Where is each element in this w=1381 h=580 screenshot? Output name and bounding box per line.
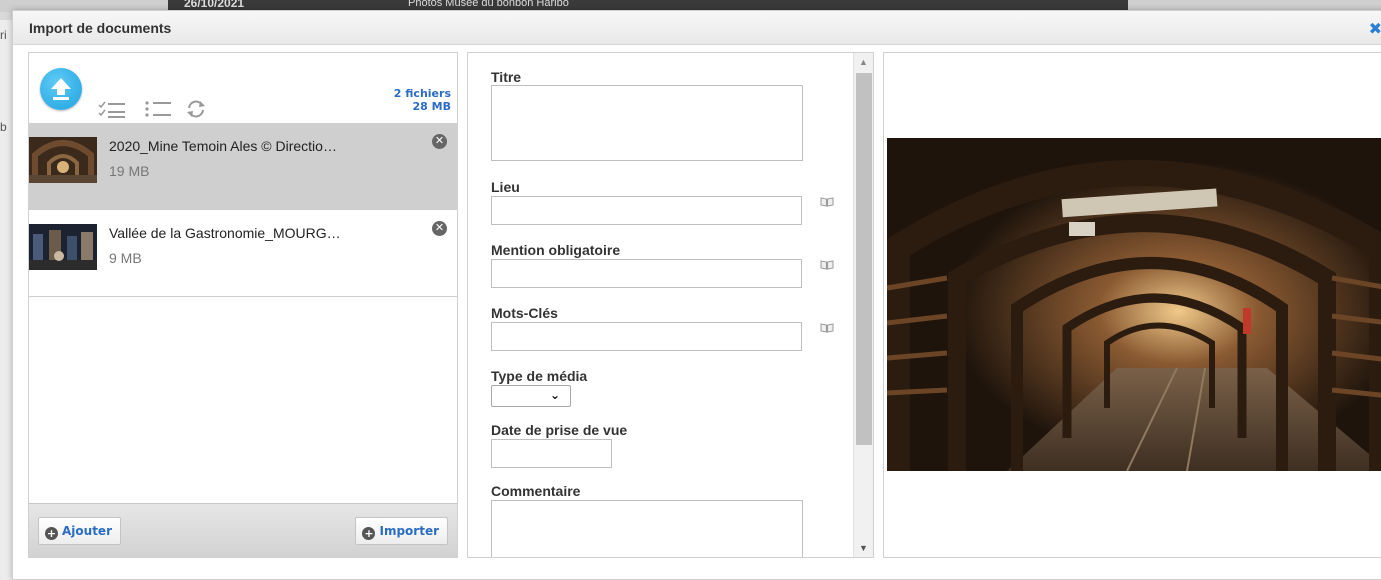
file-size: 19 MB bbox=[109, 163, 150, 179]
file-count: 2 fichiers bbox=[393, 87, 451, 100]
add-button-label: Ajouter bbox=[62, 524, 112, 538]
background-letter: ri bbox=[0, 28, 7, 42]
uploader-toolbar: 2 fichiers 28 MB bbox=[29, 53, 457, 123]
commentaire-label: Commentaire bbox=[491, 483, 581, 499]
upload-icon bbox=[51, 78, 71, 100]
preview-image bbox=[887, 138, 1381, 471]
close-icon[interactable]: ✖ bbox=[1369, 19, 1381, 39]
import-button[interactable]: + Importer bbox=[355, 517, 448, 545]
titre-label: Titre bbox=[491, 69, 522, 85]
mots-cles-label: Mots-Clés bbox=[491, 305, 558, 321]
mention-label: Mention obligatoire bbox=[491, 242, 621, 258]
mention-input[interactable] bbox=[491, 259, 802, 288]
dialog-title: Import de documents bbox=[29, 20, 172, 36]
form-scrollbar[interactable]: ▲ ▼ bbox=[853, 53, 873, 557]
date-input[interactable] bbox=[491, 439, 612, 468]
book-icon[interactable] bbox=[820, 323, 834, 333]
mots-cles-input[interactable] bbox=[491, 322, 802, 351]
file-size: 9 MB bbox=[109, 250, 142, 266]
plus-icon: + bbox=[362, 527, 376, 540]
dialog-titlebar: Import de documents ✖ bbox=[13, 11, 1381, 45]
preview-panel bbox=[883, 52, 1381, 558]
import-dialog: Import de documents ✖ 2 fichiers 28 MB 2… bbox=[12, 10, 1381, 580]
total-size: 28 MB bbox=[412, 100, 451, 113]
plus-icon: + bbox=[45, 527, 58, 540]
scrollbar-thumb[interactable] bbox=[856, 73, 872, 445]
chevron-down-icon: ⌄ bbox=[550, 388, 561, 402]
type-media-label: Type de média bbox=[491, 368, 588, 384]
refresh-icon[interactable] bbox=[185, 99, 207, 119]
book-icon[interactable] bbox=[820, 197, 834, 207]
file-list-item[interactable]: 2020_Mine Temoin Ales © Directio… 19 MB … bbox=[29, 123, 457, 210]
scroll-down-icon[interactable]: ▼ bbox=[859, 543, 868, 553]
file-list-item[interactable]: Vallée de la Gastronomie_MOURG… 9 MB ✕ bbox=[29, 210, 457, 297]
add-button[interactable]: + Ajouter bbox=[38, 517, 121, 545]
upload-summary: 2 fichiers 28 MB bbox=[394, 87, 451, 113]
background-row-text: Photos Musée du bonbon Haribo bbox=[408, 0, 569, 9]
remove-file-icon[interactable]: ✕ bbox=[432, 134, 447, 149]
lieu-input[interactable] bbox=[491, 196, 802, 225]
book-icon[interactable] bbox=[820, 260, 834, 270]
remove-file-icon[interactable]: ✕ bbox=[432, 221, 447, 236]
lieu-label: Lieu bbox=[491, 179, 520, 195]
import-button-label: Importer bbox=[379, 524, 439, 538]
check-list-icon[interactable] bbox=[97, 99, 127, 119]
file-name: Vallée de la Gastronomie_MOURG… bbox=[109, 225, 341, 241]
file-list-footer: + Ajouter + Importer bbox=[29, 503, 457, 557]
list-icon[interactable] bbox=[143, 99, 173, 119]
file-name: 2020_Mine Temoin Ales © Directio… bbox=[109, 138, 337, 154]
date-label: Date de prise de vue bbox=[491, 422, 628, 438]
type-media-select[interactable]: ⌄ bbox=[491, 385, 571, 407]
background-date: 26/10/2021 bbox=[184, 0, 245, 10]
background-side: ri b bbox=[0, 20, 12, 580]
file-thumbnail bbox=[29, 224, 97, 270]
background-letter: b bbox=[0, 120, 7, 134]
file-thumbnail bbox=[29, 137, 97, 183]
commentaire-textarea[interactable] bbox=[491, 500, 803, 557]
file-list-panel: 2 fichiers 28 MB 2020_Mine Temoin Ales ©… bbox=[28, 52, 458, 558]
metadata-form: Titre Lieu Mention obligatoire Mots-Clés… bbox=[467, 52, 874, 558]
scroll-up-icon[interactable]: ▲ bbox=[859, 57, 868, 67]
background-row: 26/10/2021 Photos Musée du bonbon Haribo bbox=[168, 0, 1128, 10]
titre-textarea[interactable] bbox=[491, 85, 803, 161]
upload-button[interactable] bbox=[40, 68, 82, 110]
